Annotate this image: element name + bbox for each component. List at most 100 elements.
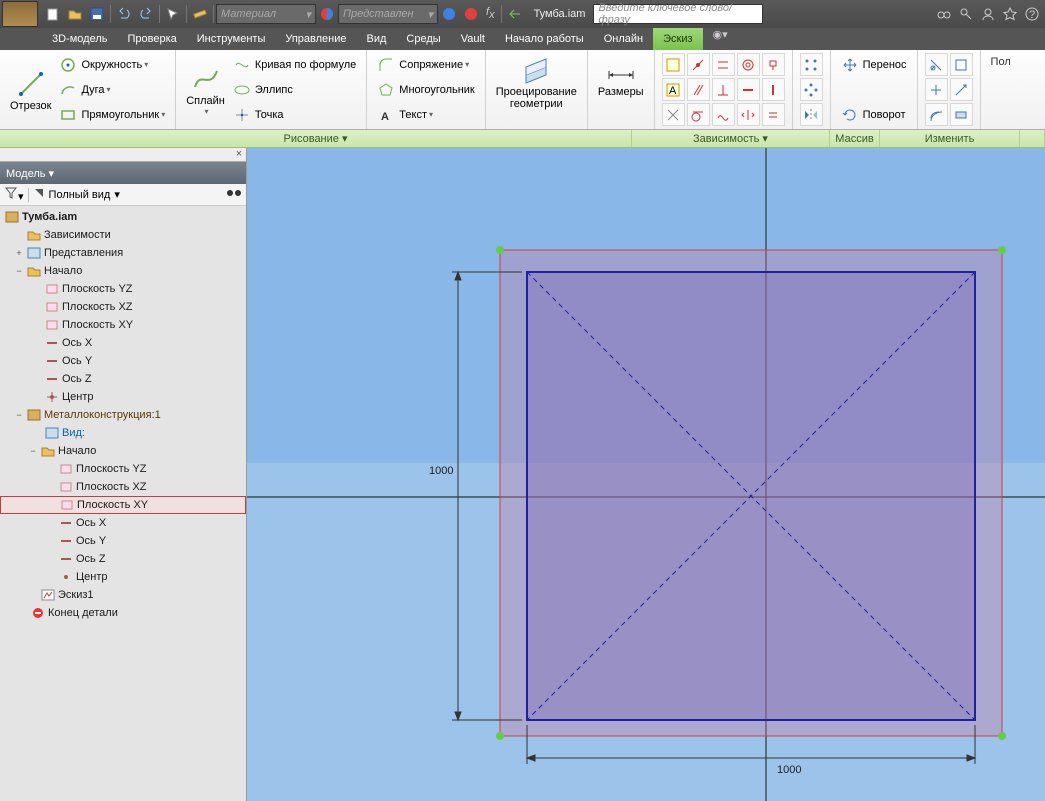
menu-vault[interactable]: Vault <box>451 28 495 50</box>
menu-getstarted[interactable]: Начало работы <box>495 28 594 50</box>
tree-metal[interactable]: −Металлоконструкция:1 <box>0 406 246 424</box>
tree-plane-xz2[interactable]: Плоскость XZ <box>0 478 246 496</box>
binoculars-icon[interactable] <box>934 4 954 24</box>
tree-axis-x[interactable]: Ось X <box>0 334 246 352</box>
move-button[interactable]: Перенос <box>837 55 911 75</box>
symmetric-icon[interactable] <box>737 103 760 126</box>
tree-plane-yz2[interactable]: Плоскость YZ <box>0 460 246 478</box>
tree-plane-xy[interactable]: Плоскость XY <box>0 316 246 334</box>
tree-plane-xz[interactable]: Плоскость XZ <box>0 298 246 316</box>
menu-inspect[interactable]: Проверка <box>117 28 186 50</box>
key-icon[interactable] <box>956 4 976 24</box>
filter-icon[interactable]: ▾ <box>4 186 24 203</box>
constraint-settings-icon[interactable] <box>662 103 685 126</box>
menu-environments[interactable]: Среды <box>396 28 450 50</box>
split-icon[interactable] <box>925 78 948 101</box>
binoculars-icon[interactable] <box>226 187 242 202</box>
tree-axis-y2[interactable]: Ось Y <box>0 532 246 550</box>
offset-icon[interactable] <box>925 103 948 126</box>
menu-extra-icon[interactable]: ◉▾ <box>713 28 728 50</box>
qat-undo-icon[interactable] <box>114 4 134 24</box>
qat-open-icon[interactable] <box>65 4 85 24</box>
help-icon[interactable]: ? <box>1022 4 1042 24</box>
tree-center[interactable]: Центр <box>0 388 246 406</box>
favorite-icon[interactable] <box>1000 4 1020 24</box>
coincident-icon[interactable] <box>687 53 710 76</box>
panel-modify[interactable]: Изменить <box>880 130 1020 147</box>
tree-origin[interactable]: −Начало <box>0 262 246 280</box>
text-button[interactable]: AТекст▾ <box>373 105 437 125</box>
point-button[interactable]: Точка <box>229 105 288 125</box>
project-geometry-button[interactable]: Проецирование геометрии <box>492 52 581 112</box>
tree-endpart[interactable]: Конец детали <box>0 604 246 622</box>
rotate-button[interactable]: Поворот <box>837 105 910 125</box>
qat-new-icon[interactable] <box>43 4 63 24</box>
menu-view[interactable]: Вид <box>357 28 397 50</box>
menu-3dmodel[interactable]: 3D-модель <box>42 28 117 50</box>
panel-constraint[interactable]: Зависимость ▾ <box>632 130 830 147</box>
tree-root[interactable]: Тумба.iam <box>0 208 246 226</box>
tangent-icon[interactable] <box>687 103 710 126</box>
circ-array-icon[interactable] <box>800 78 823 101</box>
tree-plane-yz[interactable]: Плоскость YZ <box>0 280 246 298</box>
fullview-label[interactable]: Полный вид <box>49 189 111 201</box>
find-prev-icon[interactable] <box>33 187 45 202</box>
fix-icon[interactable] <box>762 53 785 76</box>
spline-button[interactable]: Сплайн▾ <box>182 52 229 127</box>
tree-viewcolon[interactable]: Вид: <box>0 424 246 442</box>
circle-button[interactable]: Окружность▾ <box>55 55 152 75</box>
smooth-icon[interactable] <box>712 103 735 126</box>
vertical-icon[interactable] <box>762 78 785 101</box>
tree-axis-z[interactable]: Ось Z <box>0 370 246 388</box>
menu-manage[interactable]: Управление <box>275 28 356 50</box>
collinear-icon[interactable] <box>712 53 735 76</box>
dimension-button[interactable]: Размеры <box>594 52 648 100</box>
ellipse-button[interactable]: Эллипс <box>229 80 297 100</box>
rectangle-button[interactable]: Прямоугольник▾ <box>55 105 169 125</box>
material-combo[interactable]: Материал▾ <box>216 4 316 24</box>
line-button[interactable]: Отрезок <box>6 52 55 127</box>
extend-icon[interactable] <box>950 53 973 76</box>
qat-measure-icon[interactable] <box>190 4 210 24</box>
tree-plane-xy2[interactable]: Плоскость XY <box>0 496 246 514</box>
tree-axis-y[interactable]: Ось Y <box>0 352 246 370</box>
menu-tools[interactable]: Инструменты <box>187 28 276 50</box>
equal-icon[interactable] <box>762 103 785 126</box>
browser-header[interactable]: Модель ▾ <box>0 162 246 184</box>
qat-return-icon[interactable] <box>505 4 525 24</box>
app-logo[interactable] <box>2 1 38 27</box>
tree-views[interactable]: +Представления <box>0 244 246 262</box>
polygon-button[interactable]: Многоугольник <box>373 80 478 100</box>
appearance-combo[interactable]: Представлен▾ <box>338 4 438 24</box>
qat-redo-icon[interactable] <box>136 4 156 24</box>
tree-axis-z2[interactable]: Ось Z <box>0 550 246 568</box>
concentric-icon[interactable] <box>737 53 760 76</box>
appearance-icon[interactable] <box>317 4 337 24</box>
qat-save-icon[interactable] <box>87 4 107 24</box>
menu-online[interactable]: Онлайн <box>594 28 653 50</box>
tree-axis-x2[interactable]: Ось X <box>0 514 246 532</box>
graphics-canvas[interactable]: 1000 1000 <box>247 148 1045 801</box>
panel-array[interactable]: Массив <box>830 130 880 147</box>
panel-draw[interactable]: Рисование ▾ <box>0 130 632 147</box>
tree-sketch1[interactable]: Эскиз1 <box>0 586 246 604</box>
constraint-auto-icon[interactable]: A <box>662 78 685 101</box>
stretch-icon[interactable] <box>950 103 973 126</box>
tree-center2[interactable]: Центр <box>0 568 246 586</box>
fillet-button[interactable]: Сопряжение▾ <box>373 55 473 75</box>
tree-origin2[interactable]: −Начало <box>0 442 246 460</box>
arc-button[interactable]: Дуга▾ <box>55 80 114 100</box>
scale-icon[interactable] <box>950 78 973 101</box>
qat-color1-icon[interactable] <box>439 4 459 24</box>
constraint-show-icon[interactable] <box>662 53 685 76</box>
menu-sketch[interactable]: Эскиз <box>653 28 702 50</box>
close-icon[interactable]: × <box>232 148 246 161</box>
trim-icon[interactable] <box>925 53 948 76</box>
qat-color2-icon[interactable] <box>461 4 481 24</box>
search-input[interactable]: Введите ключевое слово/фразу <box>593 4 763 24</box>
tree-deps[interactable]: Зависимости <box>0 226 246 244</box>
signin-icon[interactable] <box>978 4 998 24</box>
perpendicular-icon[interactable] <box>712 78 735 101</box>
equation-curve-button[interactable]: Кривая по формуле <box>229 55 360 75</box>
qat-select-icon[interactable] <box>163 4 183 24</box>
